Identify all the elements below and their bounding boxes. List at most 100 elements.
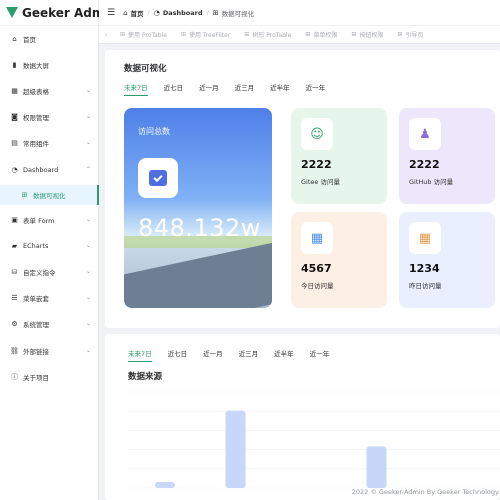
- sidebar-item-super-table[interactable]: ▦ 超级表格 ⌄: [0, 81, 99, 101]
- tab-label: 菜单权限: [313, 32, 338, 39]
- sidebar-item-label: 关于项目: [23, 374, 49, 382]
- sidebar-item-nested-menu[interactable]: ☰ 菜单嵌套 ⌄: [0, 288, 99, 308]
- stat-label: 昨日访问量: [409, 282, 442, 290]
- chevron-up-icon: ⌃: [85, 166, 91, 173]
- chevron-down-icon: ⌄: [85, 268, 91, 275]
- home-icon: ⌂: [12, 35, 17, 43]
- range-tab[interactable]: 未来7日: [128, 348, 152, 362]
- sidebar-item-about[interactable]: ⓘ 关于项目: [0, 367, 99, 387]
- app-logo[interactable]: Geeker Admin: [0, 0, 117, 26]
- stat-label: 今日访问量: [301, 282, 334, 290]
- total-visits-label: 访问总数: [138, 127, 170, 136]
- stat-label: Gitee 访问量: [301, 178, 340, 186]
- table-icon: ▦: [11, 87, 18, 95]
- stat-value: 1234: [409, 262, 440, 275]
- tab-guide[interactable]: ⊞ 引导页: [390, 26, 430, 43]
- grid-icon: ⊞: [212, 8, 219, 17]
- range-tab[interactable]: 未来7日: [124, 82, 148, 96]
- sidebar-item-permission[interactable]: ◙ 权限管理 ⌄: [0, 107, 99, 127]
- sidebar-item-directives[interactable]: ⛁ 自定义指令 ⌄: [0, 262, 99, 282]
- sidebar-item-label: 常用组件: [23, 140, 49, 148]
- tab-label: 按钮权限: [359, 32, 384, 39]
- chevron-down-icon: ⌄: [85, 139, 91, 146]
- grid-icon: ⊞: [397, 31, 403, 38]
- grid-icon: ⊞: [305, 31, 311, 38]
- home-icon: ⌂: [123, 8, 128, 17]
- grid-icon: ⊞: [120, 31, 126, 38]
- breadcrumb-item[interactable]: 首页: [131, 8, 144, 18]
- chevron-down-icon: ⌄: [85, 242, 91, 249]
- chevron-left-icon[interactable]: ‹: [99, 31, 113, 39]
- grid-icon: ⊞: [351, 31, 357, 38]
- range-tab[interactable]: 近一月: [203, 348, 223, 362]
- sidebar-item-external-link[interactable]: ⛓ 外部链接 ⌄: [0, 341, 99, 361]
- range-tab[interactable]: 近三月: [235, 82, 255, 96]
- stat-value: 2222: [301, 158, 332, 171]
- sidebar-item-label: Dashboard: [23, 166, 59, 174]
- range-tab[interactable]: 近七日: [164, 82, 184, 96]
- sidebar-item-data-screen[interactable]: ▮ 数据大屏: [0, 55, 99, 75]
- menu-icon: ☰: [11, 294, 18, 302]
- odometer-icon: ◔: [11, 166, 18, 174]
- sidebar-item-data-visualize[interactable]: ⊞ 数据可视化: [0, 185, 99, 205]
- range-tab[interactable]: 近七日: [168, 348, 188, 362]
- chevron-down-icon: ⌄: [85, 87, 91, 94]
- tab-button-permission[interactable]: ⊞ 按钮权限: [344, 26, 390, 43]
- sidebar-item-label: 超级表格: [23, 88, 49, 96]
- range-tab[interactable]: 近三月: [239, 348, 259, 362]
- range-tab[interactable]: 近一年: [306, 82, 326, 96]
- chevron-down-icon: ⌄: [85, 216, 91, 223]
- source-title: 数据来源: [128, 372, 163, 382]
- sidebar-item-home[interactable]: ⌂ 首页: [0, 29, 99, 49]
- sidebar-item-echarts[interactable]: ▰ ECharts ⌄: [0, 236, 99, 256]
- tab-menu-permission[interactable]: ⊞ 菜单权限: [298, 26, 344, 43]
- tab-label: 树形 ProTable: [252, 32, 292, 39]
- chevron-down-icon: ⌄: [85, 113, 91, 120]
- user-icon: ☺: [301, 118, 333, 150]
- grid-icon: ⊞: [180, 31, 187, 38]
- chevron-down-icon: ⌄: [85, 320, 91, 327]
- grid-icon: ⊞: [244, 31, 250, 38]
- breadcrumb-separator: /: [206, 8, 209, 17]
- sidebar-item-label: 外部链接: [23, 348, 49, 356]
- sidebar-item-label: 权限管理: [23, 114, 49, 122]
- sidebar-item-label: ECharts: [23, 242, 49, 250]
- chevron-down-icon: ⌄: [85, 294, 91, 301]
- tab-protable[interactable]: ⊞ 使用 ProTable: [113, 26, 174, 43]
- range-tab[interactable]: 近半年: [270, 82, 290, 96]
- breadcrumb-item: 数据可视化: [221, 9, 255, 18]
- tab-label: 使用 ProTable: [128, 32, 167, 39]
- stamp-icon: ⛁: [11, 268, 18, 276]
- stat-card-github: ♟ 2222 GitHub 访问量: [399, 108, 495, 204]
- range-tab[interactable]: 近半年: [274, 348, 294, 362]
- header: ☰ ⌂ 首页 / ◔ Dashboard / ⊞ 数据可视化: [99, 0, 500, 26]
- tab-treefilter[interactable]: ⊞ 使用 TreeFilter: [174, 26, 237, 43]
- briefcase-icon: ▤: [11, 139, 18, 147]
- visual-range-tabs: 未来7日 近七日 近一月 近三月 近半年 近一年: [124, 82, 341, 96]
- sidebar-item-components[interactable]: ▤ 常用组件 ⌄: [0, 133, 99, 153]
- breadcrumb-separator: /: [147, 8, 150, 17]
- sidebar-item-label: 菜单嵌套: [23, 295, 49, 303]
- total-visits-card: 访问总数 848.132w: [124, 108, 272, 308]
- lock-icon: ◙: [11, 113, 18, 121]
- sidebar-item-form[interactable]: ▣ 表单 Form ⌄: [0, 210, 99, 230]
- visual-title: 数据可视化: [124, 64, 167, 74]
- breadcrumb: ☰ ⌂ 首页 / ◔ Dashboard / ⊞ 数据可视化: [107, 8, 254, 18]
- sidebar-item-system[interactable]: ⚙ 系统管理 ⌄: [0, 314, 99, 334]
- form-icon: ▣: [11, 216, 18, 224]
- breadcrumb-item[interactable]: Dashboard: [163, 9, 203, 17]
- sidebar-item-label: 首页: [23, 36, 36, 44]
- range-tab[interactable]: 近一月: [199, 82, 219, 96]
- sidebar-item-dashboard[interactable]: ◔ Dashboard ⌃: [0, 160, 99, 180]
- total-visits-value: 848.132w: [138, 214, 261, 242]
- tab-tree-protable[interactable]: ⊞ 树形 ProTable: [237, 26, 298, 43]
- menu-fold-icon[interactable]: ☰: [107, 8, 115, 18]
- footer: 2022 © Geeker-Admin By Geeker Technology…: [351, 488, 500, 496]
- stat-card-gitee: ☺ 2222 Gitee 访问量: [291, 108, 387, 204]
- stat-card-today: ▦ 4567 今日访问量: [291, 212, 387, 308]
- range-tab[interactable]: 近一年: [310, 348, 330, 362]
- sidebar-item-label: 数据大屏: [23, 62, 49, 70]
- chevron-down-icon: ⌄: [85, 347, 91, 354]
- calendar-icon: ▦: [301, 222, 333, 254]
- sidebar-item-label: 数据可视化: [33, 192, 66, 200]
